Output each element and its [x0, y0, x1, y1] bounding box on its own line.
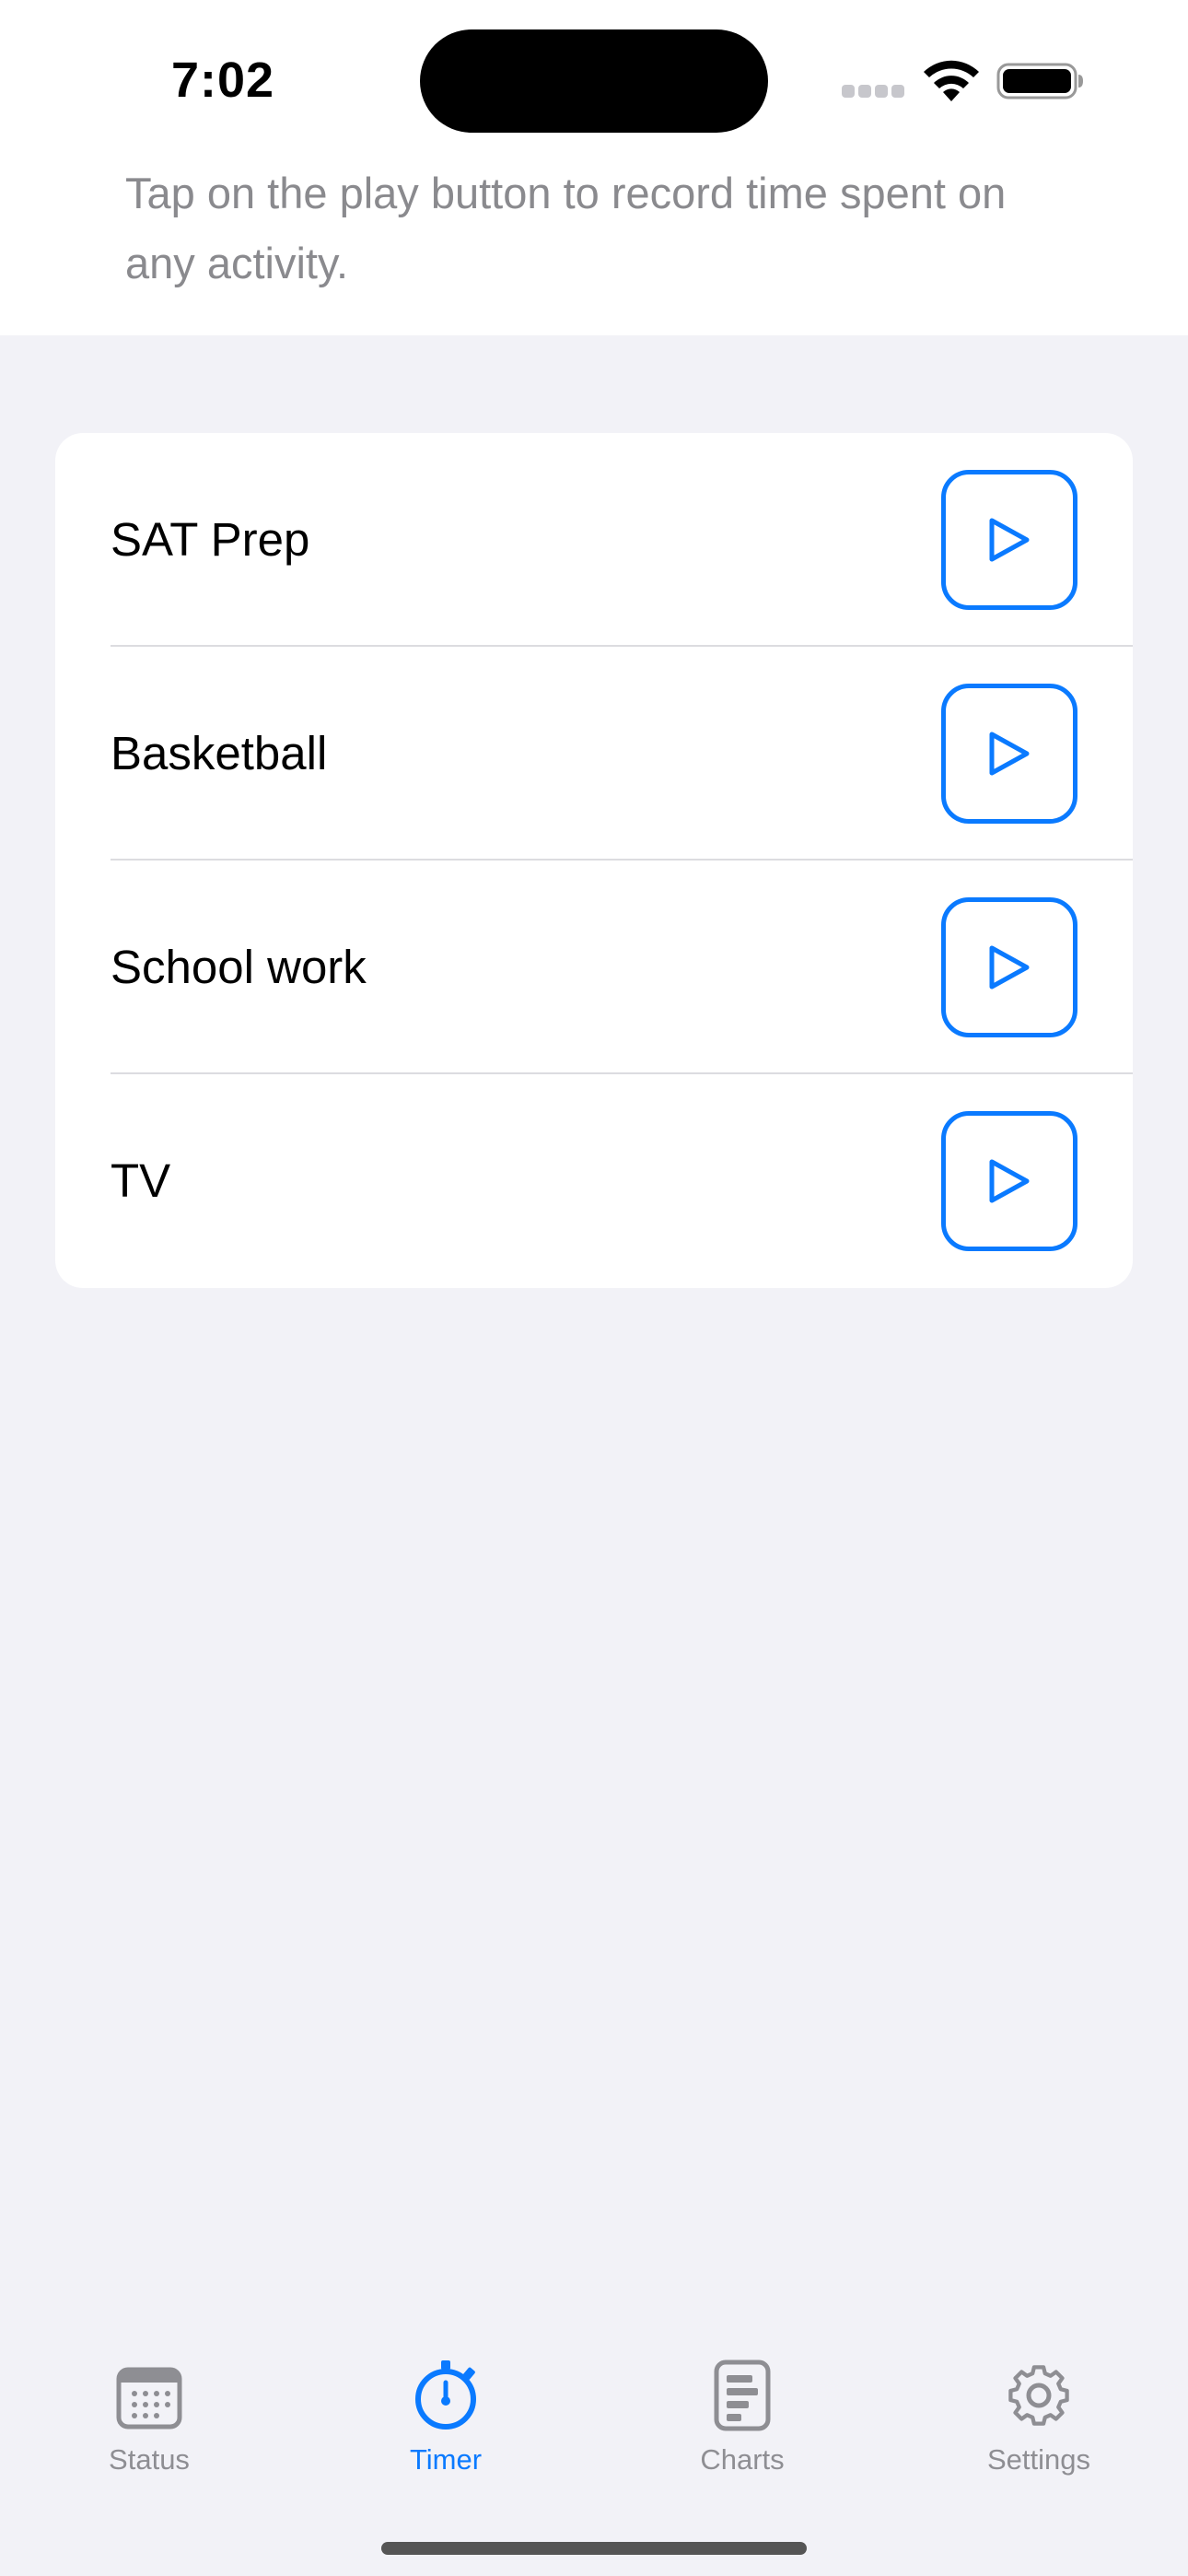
gear-icon [1008, 2365, 1069, 2426]
status-time: 7:02 [171, 53, 275, 108]
tab-label: Status [109, 2443, 190, 2476]
tab-charts[interactable]: Charts [632, 2359, 853, 2497]
battery-icon [996, 63, 1083, 100]
play-icon [989, 732, 1030, 776]
activity-row: SAT Prep [55, 433, 1133, 647]
tab-label: Timer [409, 2443, 483, 2476]
tab-timer[interactable]: Timer [335, 2359, 556, 2497]
activity-row: Basketball [55, 647, 1133, 861]
timer-screen: 7:02 Tap on the play button to record ti… [0, 0, 1188, 2576]
activity-row: School work [55, 861, 1133, 1074]
play-button[interactable] [941, 897, 1077, 1037]
play-button[interactable] [941, 1111, 1077, 1251]
tab-label: Charts [700, 2443, 785, 2476]
status-bar: 7:02 [0, 0, 1188, 157]
tab-settings[interactable]: Settings [928, 2359, 1149, 2497]
tab-status[interactable]: Status [39, 2359, 260, 2497]
stopwatch-icon [415, 2360, 476, 2430]
activity-label: SAT Prep [111, 513, 310, 566]
activity-row: TV [55, 1074, 1133, 1288]
chart-icon [714, 2359, 771, 2431]
instruction-text: Tap on the play button to record time sp… [125, 169, 1007, 287]
activity-label: School work [111, 941, 367, 993]
wifi-icon [924, 60, 979, 101]
cellular-signal-icon [842, 85, 906, 100]
play-button[interactable] [941, 470, 1077, 610]
dynamic-island [420, 29, 768, 133]
play-button[interactable] [941, 684, 1077, 824]
activity-label: TV [111, 1154, 171, 1207]
play-icon [989, 1159, 1030, 1203]
activity-list: SAT Prep Basketball School work TV [55, 433, 1133, 1288]
header-area: 7:02 Tap on the play button to record ti… [0, 0, 1188, 335]
tab-label: Settings [986, 2443, 1090, 2476]
home-indicator [381, 2542, 807, 2555]
calendar-icon [116, 2367, 182, 2430]
play-icon [989, 945, 1030, 989]
activity-label: Basketball [111, 727, 328, 779]
play-icon [989, 518, 1030, 562]
tab-bar: Status Timer Charts Settings [0, 2331, 1188, 2576]
